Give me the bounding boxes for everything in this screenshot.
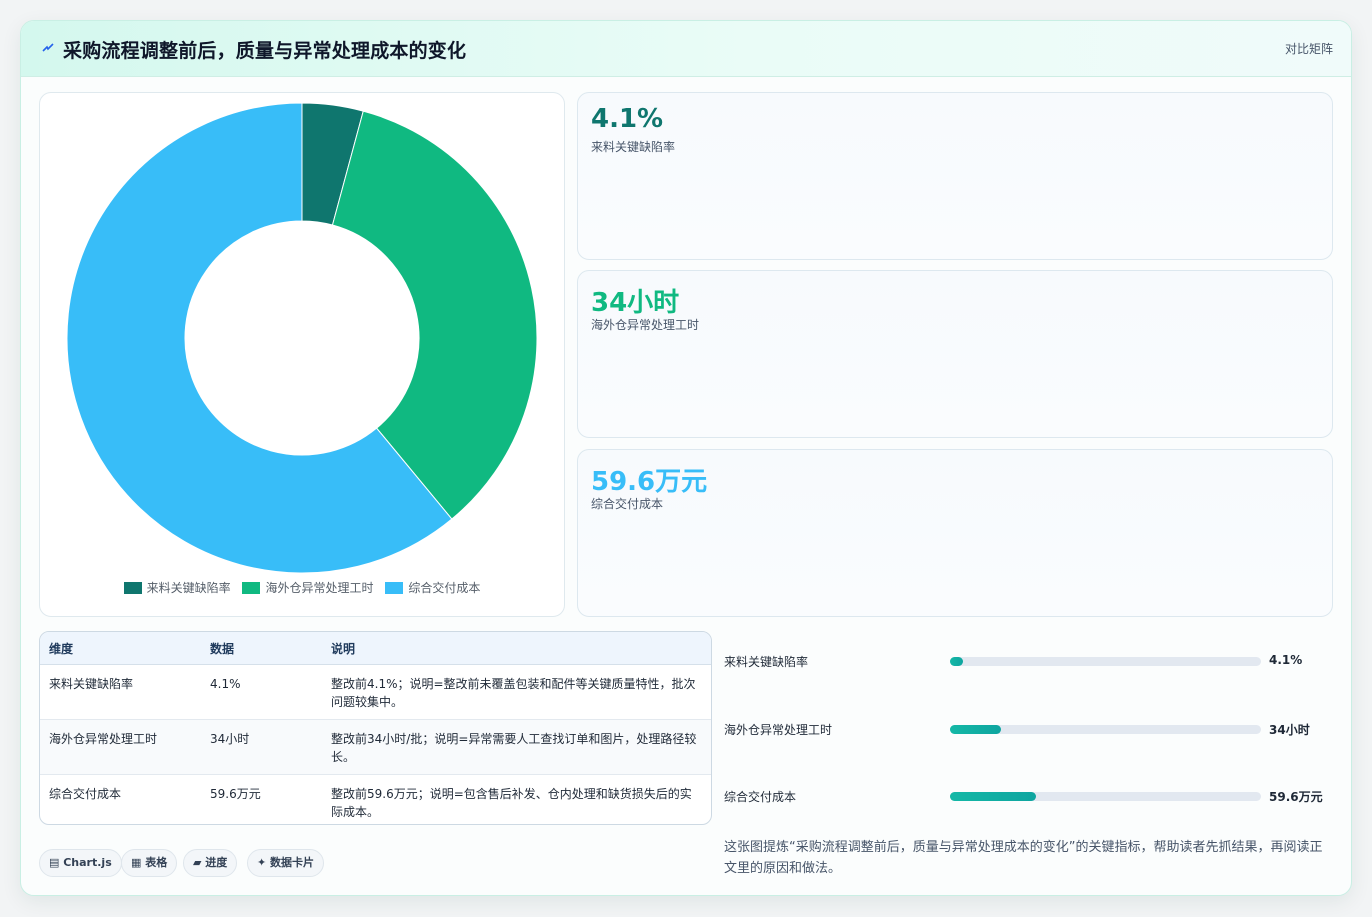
kpi-card-delivery-cost: 59.6万元 综合交付成本 [577, 449, 1333, 617]
tag-table[interactable]: ▦ 表格 [121, 849, 178, 877]
progress-track [950, 792, 1261, 801]
header: 采购流程调整前后，质量与异常处理成本的变化 对比矩阵 [21, 21, 1351, 77]
kpi-label: 综合交付成本 [591, 497, 664, 511]
progress-track [950, 657, 1261, 666]
progress-row: 来料关键缺陷率 4.1% [724, 651, 1334, 671]
donut-chart-panel: 来料关键缺陷率 海外仓异常处理工时 综合交付成本 [39, 92, 565, 617]
table-cell: 整改前34小时/批；说明=异常需要人工查找订单和图片，处理路径较长。 [322, 719, 711, 775]
tag-progress[interactable]: ▰ 进度 [183, 849, 238, 877]
tag-label: Chart.js [63, 856, 112, 869]
sparkle-icon: ✦ [257, 856, 271, 869]
chart-legend: 来料关键缺陷率 海外仓异常处理工时 综合交付成本 [40, 579, 564, 596]
progress-label: 综合交付成本 [724, 790, 797, 804]
view-badge: 对比矩阵 [1284, 42, 1333, 56]
tag-label: 表格 [145, 856, 168, 869]
progress-value: 59.6万元 [1269, 790, 1323, 804]
data-table: 维度 数据 说明 来料关键缺陷率 4.1% 整改前4.1%；说明=整改前未覆盖包… [39, 631, 712, 825]
kpi-card-defect-rate: 4.1% 来料关键缺陷率 [577, 92, 1333, 260]
progress-value: 4.1% [1269, 653, 1303, 667]
kpi-value: 34小时 [591, 288, 680, 318]
table-row: 综合交付成本 59.6万元 整改前59.6万元；说明=包含售后补发、仓内处理和缺… [40, 775, 711, 825]
progress-fill [950, 792, 1037, 801]
tag-label: 进度 [205, 856, 228, 869]
table-cell: 59.6万元 [210, 787, 261, 801]
column-header: 维度 [40, 632, 201, 665]
bolt-icon [42, 43, 54, 52]
progress-fill [950, 657, 963, 666]
progress-row: 海外仓异常处理工时 34小时 [724, 719, 1334, 739]
donut-chart [66, 102, 538, 573]
kpi-label: 海外仓异常处理工时 [591, 318, 700, 332]
legend-item-delivery-cost[interactable]: 综合交付成本 [385, 579, 480, 596]
table-cell: 整改前59.6万元；说明=包含售后补发、仓内处理和缺货损失后的实际成本。 [331, 787, 692, 819]
summary-note: 这张图提炼“采购流程调整前后，质量与异常处理成本的变化”的关键指标，帮助读者先抓… [724, 840, 1323, 876]
progress-fill [950, 725, 1001, 734]
progress-label: 海外仓异常处理工时 [724, 723, 833, 737]
column-header: 数据 [201, 632, 322, 665]
tag-data-cards[interactable]: ✦ 数据卡片 [247, 849, 325, 877]
table-cell: 海外仓异常处理工时 [40, 719, 201, 775]
progress-row: 综合交付成本 59.6万元 [724, 786, 1334, 806]
column-header: 说明 [322, 632, 711, 665]
table-row: 来料关键缺陷率 4.1% 整改前4.1%；说明=整改前未覆盖包装和配件等关键质量… [40, 664, 711, 720]
kpi-value: 59.6万元 [591, 467, 708, 497]
progress-value: 34小时 [1269, 723, 1310, 737]
table-cell: 综合交付成本 [49, 787, 122, 801]
dashboard-card: 采购流程调整前后，质量与异常处理成本的变化 对比矩阵 来料关键缺陷率 海外仓异常… [20, 20, 1352, 896]
table-cell: 4.1% [201, 664, 322, 720]
legend-label: 海外仓异常处理工时 [265, 581, 374, 595]
table-cell: 整改前4.1%；说明=整改前未覆盖包装和配件等关键质量特性，批次问题较集中。 [322, 664, 711, 720]
kpi-label: 来料关键缺陷率 [591, 140, 676, 154]
kpi-value: 4.1% [591, 104, 664, 134]
progress-track [950, 725, 1261, 734]
progress-icon: ▰ [193, 856, 206, 869]
table-row: 海外仓异常处理工时 34小时 整改前34小时/批；说明=异常需要人工查找订单和图… [40, 719, 711, 775]
tag-label: 数据卡片 [270, 856, 315, 869]
page-title: 采购流程调整前后，质量与异常处理成本的变化 [63, 40, 467, 62]
kpi-card-warehouse-hours: 34小时 海外仓异常处理工时 [577, 270, 1333, 438]
table-cell: 34小时 [201, 719, 322, 775]
legend-swatch [242, 582, 261, 594]
legend-swatch [385, 582, 404, 594]
tag-chartjs[interactable]: ▤ Chart.js [39, 849, 122, 877]
table-cell: 来料关键缺陷率 [40, 664, 201, 720]
chart-icon: ▤ [49, 856, 64, 869]
progress-label: 来料关键缺陷率 [724, 655, 809, 669]
legend-label: 综合交付成本 [408, 581, 481, 595]
legend-item-defect-rate[interactable]: 来料关键缺陷率 [123, 579, 231, 596]
table-icon: ▦ [131, 856, 146, 869]
legend-swatch [123, 582, 142, 594]
legend-label: 来料关键缺陷率 [146, 581, 231, 595]
legend-item-warehouse-hours[interactable]: 海外仓异常处理工时 [242, 579, 374, 596]
